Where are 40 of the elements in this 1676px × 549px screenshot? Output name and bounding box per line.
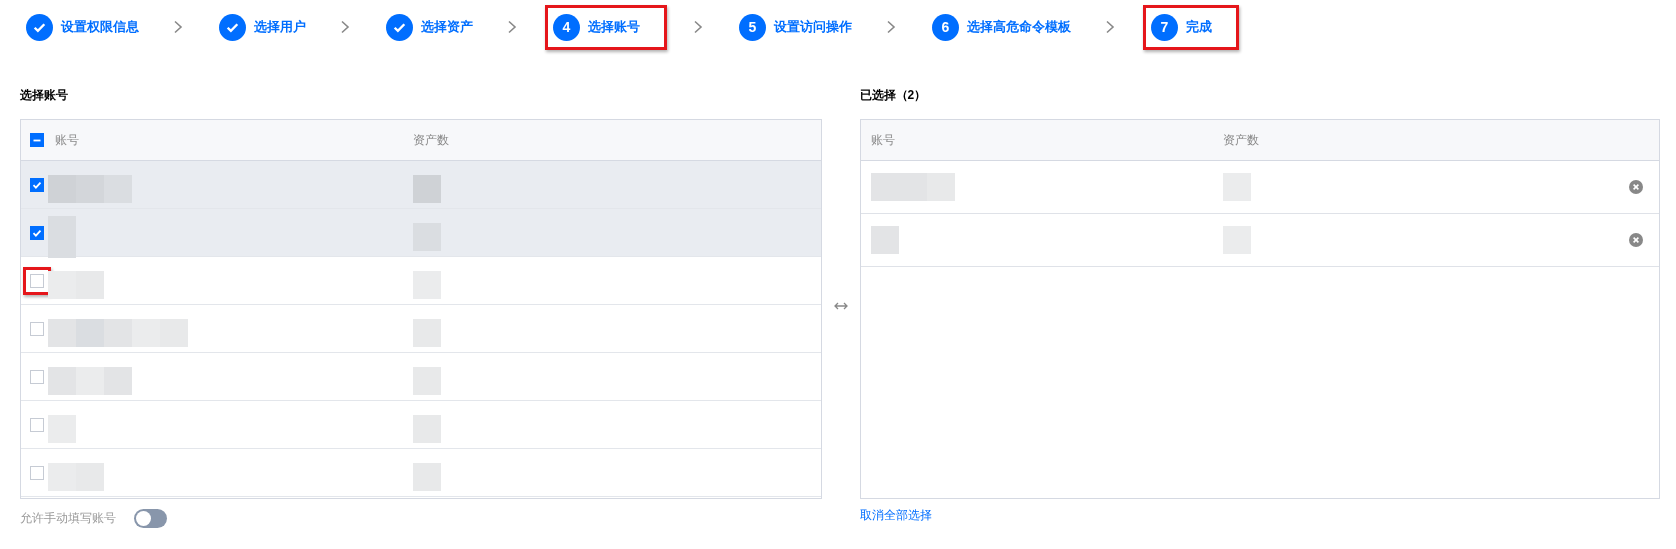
chevron-icon bbox=[1105, 20, 1115, 34]
chevron-icon bbox=[340, 20, 350, 34]
select-all-checkbox[interactable] bbox=[30, 133, 44, 147]
chevron-icon bbox=[507, 20, 517, 34]
toggle-label: 允许手动填写账号 bbox=[20, 510, 116, 527]
column-header: 资产数 bbox=[413, 131, 449, 149]
panel-title: 已选择（2） bbox=[859, 88, 928, 102]
step-number: 4 bbox=[553, 13, 580, 41]
step-label[interactable]: 设置访问操作 bbox=[774, 18, 852, 36]
step-number: 5 bbox=[739, 13, 766, 41]
redacted-mosaic bbox=[413, 174, 441, 203]
panel-title: 选择账号 bbox=[20, 88, 69, 102]
chevron-icon bbox=[886, 20, 896, 34]
step-label[interactable]: 设置权限信息 bbox=[61, 18, 139, 36]
redacted-mosaic bbox=[870, 226, 899, 254]
chevron-icon bbox=[693, 20, 703, 34]
step-number: 6 bbox=[932, 13, 959, 41]
step-label[interactable]: 选择账号 bbox=[588, 18, 640, 36]
remove-icon[interactable] bbox=[1629, 180, 1643, 194]
row-checkbox[interactable] bbox=[30, 177, 44, 192]
column-header: 账号 bbox=[870, 131, 895, 149]
clear-all-link[interactable]: 取消全部选择 bbox=[859, 507, 932, 524]
row-checkbox[interactable] bbox=[30, 417, 44, 432]
step-label[interactable]: 选择用户 bbox=[254, 18, 306, 36]
step-number: 7 bbox=[1151, 13, 1178, 41]
step-label[interactable]: 选择高危命令模板 bbox=[967, 18, 1071, 36]
chevron-icon bbox=[173, 20, 183, 34]
row-checkbox[interactable] bbox=[30, 273, 44, 288]
toggle-switch[interactable] bbox=[134, 509, 167, 528]
row-checkbox[interactable] bbox=[30, 369, 44, 384]
row-checkbox[interactable] bbox=[30, 321, 44, 336]
step-label[interactable]: 选择资产 bbox=[421, 18, 473, 36]
row-checkbox[interactable] bbox=[30, 225, 44, 240]
transfer-icon bbox=[833, 302, 848, 310]
row-checkbox[interactable] bbox=[30, 465, 44, 480]
remove-icon[interactable] bbox=[1629, 233, 1643, 247]
column-header: 账号 bbox=[55, 131, 79, 149]
step-label[interactable]: 完成 bbox=[1186, 18, 1212, 36]
column-header: 资产数 bbox=[1222, 131, 1259, 149]
redacted-mosaic bbox=[48, 270, 104, 299]
